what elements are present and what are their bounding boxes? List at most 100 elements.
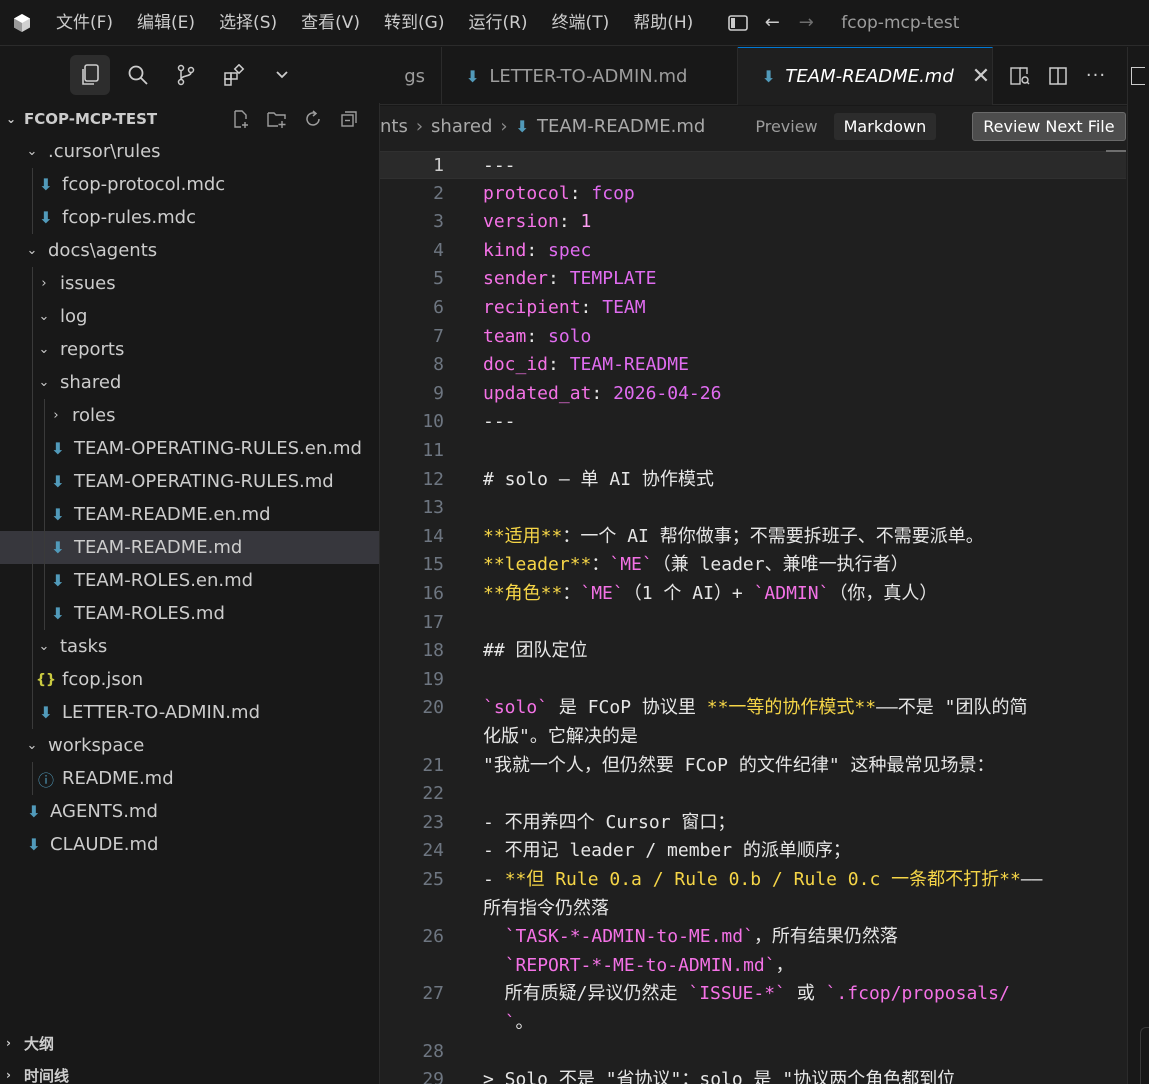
tree-folder[interactable]: ⌄ shared xyxy=(0,366,379,399)
toggle-sidebar-icon[interactable] xyxy=(721,0,755,46)
chevron-down-icon: ⌄ xyxy=(38,375,50,390)
tree-file[interactable]: {} fcop.json xyxy=(0,663,379,696)
token: 所有质疑/异议仍然走 xyxy=(483,983,689,1005)
timeline-label: 时间线 xyxy=(24,1066,70,1084)
tree-item-label: tasks xyxy=(60,636,108,657)
refresh-icon[interactable] xyxy=(301,107,325,131)
menu-item[interactable]: 文件(F) xyxy=(44,0,125,46)
indent-guide xyxy=(32,696,33,729)
indent-guide xyxy=(44,465,45,498)
line-number: 6 xyxy=(433,297,444,318)
code-line: 25 - **但 Rule 0.a / Rule 0.b / Rule 0.c 一… xyxy=(380,866,1126,894)
tree-item-label: log xyxy=(60,306,88,327)
menu-item[interactable]: 帮助(H) xyxy=(621,0,705,46)
token: # solo — 单 AI 协作模式 xyxy=(483,468,714,490)
chevron-right-icon: › xyxy=(500,115,508,137)
menu-item[interactable]: 查看(V) xyxy=(289,0,372,46)
line-number: 2 xyxy=(433,182,444,204)
chevron-down-icon[interactable] xyxy=(262,55,302,95)
code-line: 26 `TASK-*-ADMIN-to-ME.md`，所有结果仍然落 xyxy=(380,923,1126,951)
tree-file[interactable]: ⬇ TEAM-OPERATING-RULES.md xyxy=(0,465,379,498)
token: sender xyxy=(483,268,549,290)
explorer-root-header[interactable]: ⌄ FCOP-MCP-TEST xyxy=(0,103,379,135)
new-folder-icon[interactable] xyxy=(265,107,289,131)
breadcrumb-segment[interactable]: shared xyxy=(431,116,492,137)
tree-folder[interactable]: ⌄ workspace xyxy=(0,729,379,762)
search-icon[interactable] xyxy=(118,55,158,95)
token: ， xyxy=(775,954,794,976)
markdown-file-icon: ⬇ xyxy=(27,835,41,854)
tree-file[interactable]: ⬇ AGENTS.md xyxy=(0,795,379,828)
markdown-file-icon: ⬇ xyxy=(51,538,65,557)
secondary-sidebar-icon[interactable] xyxy=(1131,67,1145,85)
line-number: 10 xyxy=(422,411,444,433)
line-text: kind: spec xyxy=(483,237,591,265)
source-control-icon[interactable] xyxy=(166,55,206,95)
tab-partial[interactable]: gs xyxy=(380,47,442,105)
tree-folder[interactable]: ⌄ .cursor\rules xyxy=(0,135,379,168)
tree-folder[interactable]: › roles xyxy=(0,399,379,432)
code-line: 10 --- xyxy=(380,408,1126,436)
token: doc_id xyxy=(483,354,549,376)
tree-file[interactable]: ⬇ TEAM-README.en.md xyxy=(0,498,379,531)
tree-file[interactable]: ⬇ CLAUDE.md xyxy=(0,828,379,861)
tab-team-readme[interactable]: ⬇ TEAM-README.md ✕ xyxy=(738,47,993,105)
extensions-icon[interactable] xyxy=(214,55,254,95)
tree-folder[interactable]: ⌄ log xyxy=(0,300,379,333)
chevron-right-icon: › xyxy=(41,276,47,291)
new-file-icon[interactable] xyxy=(229,107,253,131)
code-line: 14 **适用**：一个 AI 帮你做事；不需要拆班子、不需要派单。 xyxy=(380,523,1126,551)
timeline-section[interactable]: › 时间线 xyxy=(0,1059,379,1084)
forward-arrow-icon[interactable]: → xyxy=(789,0,823,46)
scrollbar-track[interactable] xyxy=(1140,1027,1149,1084)
collapse-all-icon[interactable] xyxy=(337,107,361,131)
menu-item[interactable]: 转到(G) xyxy=(372,0,456,46)
code-editor[interactable]: 1 --- 2 protocol: fcop 3 version: 1 4 kind: spe… xyxy=(380,146,1149,1084)
split-editor-icon[interactable] xyxy=(1041,59,1075,93)
menu-item[interactable]: 选择(S) xyxy=(207,0,289,46)
markdown-button[interactable]: Markdown xyxy=(833,112,937,140)
code-line: 8 doc_id: TEAM-README xyxy=(380,351,1126,379)
review-next-file-button[interactable]: Review Next File xyxy=(972,111,1126,141)
explorer-root-title: FCOP-MCP-TEST xyxy=(24,110,158,128)
tree-file[interactable]: ⬇ TEAM-ROLES.md xyxy=(0,597,379,630)
menu-item[interactable]: 运行(R) xyxy=(456,0,539,46)
tree-file[interactable]: ⓘ README.md xyxy=(0,762,379,795)
scrollbar-thumb[interactable] xyxy=(1106,150,1126,152)
back-arrow-icon[interactable]: ← xyxy=(755,0,789,46)
tree-file[interactable]: ⬇ fcop-rules.mdc xyxy=(0,201,379,234)
token: （1 个 AI）+ xyxy=(623,583,754,604)
token: **但 Rule 0.a / Rule 0.b / Rule 0.c 一条都不打… xyxy=(504,869,1021,890)
code-line: 2 protocol: fcop xyxy=(380,180,1126,208)
more-actions-icon[interactable]: ··· xyxy=(1079,59,1113,93)
token: fcop xyxy=(591,182,635,204)
code-line: 5 sender: TEMPLATE xyxy=(380,265,1126,293)
menu-item[interactable]: 终端(T) xyxy=(540,0,622,46)
token: > Solo 不是 "省协议"：solo 是 "协议两个角色都到位 xyxy=(483,1069,956,1084)
tree-file[interactable]: ⬇ TEAM-ROLES.en.md xyxy=(0,564,379,597)
tree-file[interactable]: ⬇ fcop-protocol.mdc xyxy=(0,168,379,201)
line-number: 24 xyxy=(422,840,444,862)
preview-button[interactable]: Preview xyxy=(745,113,827,140)
breadcrumb-segment[interactable]: nts xyxy=(380,116,408,137)
line-text: 化版"。它解决的是 xyxy=(483,723,638,751)
breadcrumb-segment[interactable]: TEAM-README.md xyxy=(537,116,705,137)
tree-folder[interactable]: › issues xyxy=(0,267,379,300)
tree-folder[interactable]: ⌄ reports xyxy=(0,333,379,366)
outline-section[interactable]: › 大纲 xyxy=(0,1027,379,1059)
tab-letter-to-admin[interactable]: ⬇ LETTER-TO-ADMIN.md xyxy=(442,47,738,105)
tree-file[interactable]: ⬇ TEAM-OPERATING-RULES.en.md xyxy=(0,432,379,465)
line-text: team: solo xyxy=(483,323,591,351)
app-logo-icon xyxy=(0,0,44,46)
menu-item[interactable]: 编辑(E) xyxy=(125,0,207,46)
tree-folder[interactable]: ⌄ tasks xyxy=(0,630,379,663)
close-icon[interactable]: ✕ xyxy=(972,64,990,89)
explorer-icon[interactable] xyxy=(70,55,110,95)
tree-file[interactable]: ⬇ LETTER-TO-ADMIN.md xyxy=(0,696,379,729)
token: `ME` xyxy=(580,583,624,604)
open-preview-icon[interactable] xyxy=(1003,59,1037,93)
tree-file[interactable]: ⬇ TEAM-README.md xyxy=(0,531,379,564)
line-number: 15 xyxy=(422,554,444,576)
tree-folder[interactable]: ⌄ docs\agents xyxy=(0,234,379,267)
code-line: 11 xyxy=(380,437,1126,465)
